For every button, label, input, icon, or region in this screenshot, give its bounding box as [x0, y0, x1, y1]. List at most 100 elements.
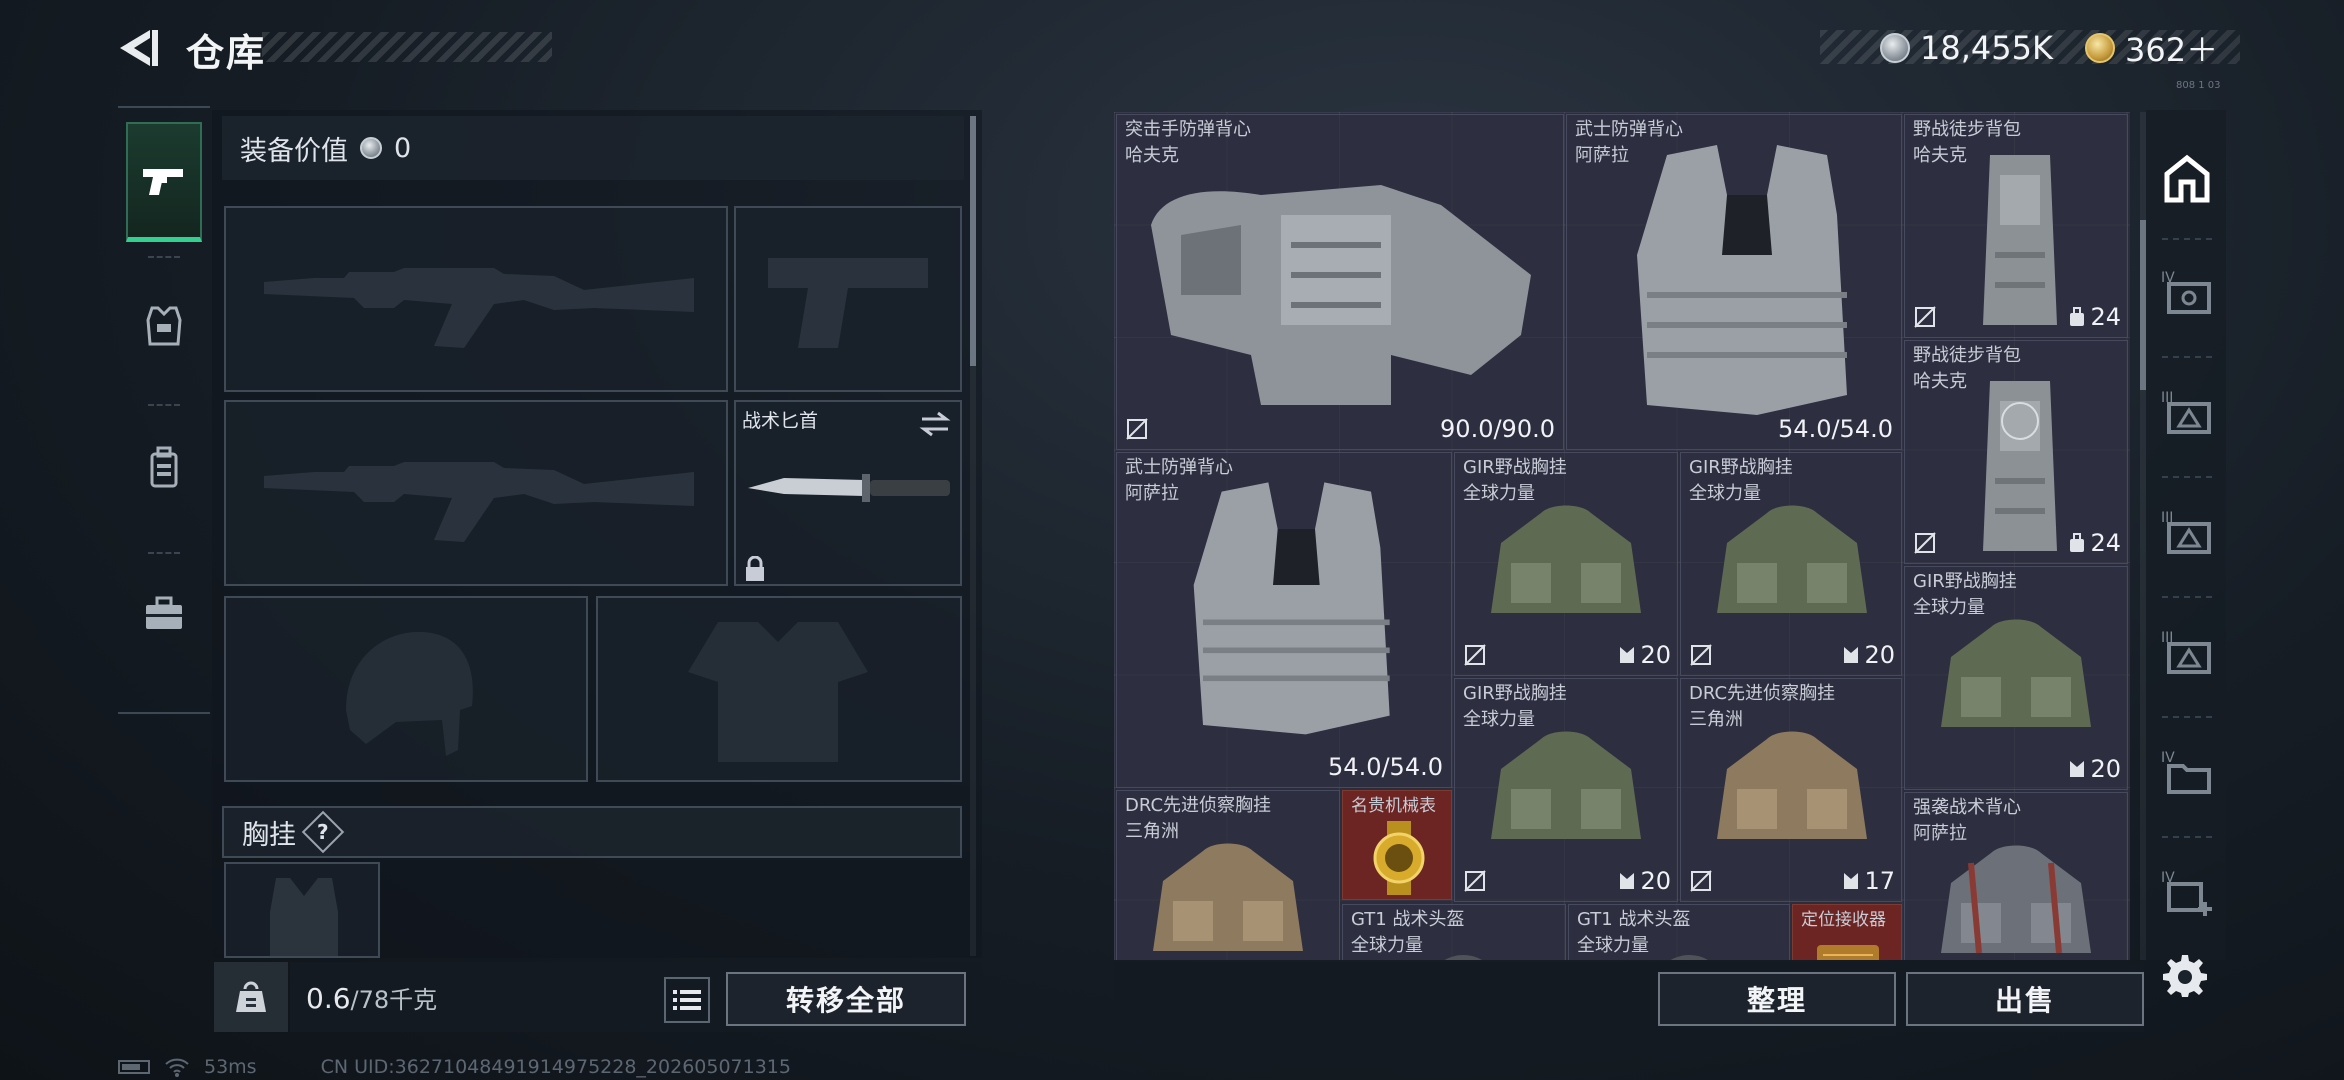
melee-slot-label: 战术匕首 — [742, 410, 819, 432]
chest-rig-icon — [1153, 843, 1303, 951]
loadout-category-tabs — [118, 106, 210, 714]
storage-item[interactable]: GT1 战术头盔 全球力量 — [1342, 904, 1566, 960]
rig-capacity-icon — [1844, 873, 1859, 889]
pistol-slot[interactable] — [734, 206, 962, 392]
swap-icon[interactable] — [918, 410, 952, 438]
tab-tools[interactable] — [126, 554, 202, 674]
insurance-off-icon — [1690, 870, 1712, 892]
tab-storage-add[interactable]: IV — [2152, 852, 2222, 932]
status-bar: 53ms CN UID:3627104849191497522​8_202605… — [118, 1056, 791, 1078]
storage-item[interactable]: DRC先进侦察胸挂 三角洲 — [1116, 790, 1340, 960]
backpack-icon — [150, 446, 178, 488]
storage-item[interactable]: 野战徒步背包 哈夫克 24 — [1904, 114, 2128, 338]
tab-storage-main[interactable] — [2152, 138, 2222, 218]
title-decoration — [262, 32, 552, 62]
armor-vest-icon — [1193, 482, 1390, 735]
tab-storage-4[interactable]: III — [2152, 492, 2222, 572]
insurance-off-icon — [1464, 644, 1486, 666]
chest-rig-label: 胸挂 — [242, 819, 296, 851]
list-view-button[interactable] — [664, 977, 710, 1023]
tab-storage-3[interactable]: III — [2152, 372, 2222, 452]
chest-rig-icon — [1491, 731, 1641, 839]
currency-gold[interactable]: 362＋ — [2085, 28, 2218, 69]
chest-rig-header: 胸挂 ? — [222, 806, 962, 858]
home-storage-icon — [2164, 154, 2210, 203]
insurance-off-icon — [1914, 532, 1936, 554]
chest-rig-icon — [270, 878, 338, 956]
weight-icon-box — [214, 962, 288, 1032]
corner-code: 808 1 03 — [2176, 80, 2221, 91]
equipment-value-bar: 装备价值 0 — [222, 116, 964, 180]
storage-item[interactable]: 武士防弹背心 阿萨拉 54.0/54.0 — [1566, 114, 1902, 450]
equip-value-label: 装备价值 — [240, 135, 348, 167]
storage-item[interactable]: DRC先进侦察胸挂 三角洲 17 — [1680, 678, 1902, 902]
insurance-off-icon — [1914, 306, 1936, 328]
storage-item[interactable]: GIR野战胸挂 全球力量 20 — [1904, 566, 2128, 790]
watch-icon — [1373, 821, 1425, 895]
chest-rig-slot[interactable] — [224, 862, 380, 958]
primary-weapon-slot-1[interactable] — [224, 206, 728, 392]
currency-silver[interactable]: 18,455K — [1880, 28, 2053, 68]
rig-capacity-icon — [1620, 873, 1635, 889]
assault-rifle-icon — [264, 462, 694, 542]
tab-armor[interactable] — [126, 266, 202, 386]
silver-coin-icon — [1880, 33, 1910, 63]
backpack-icon — [1983, 381, 2057, 551]
receiver-icon — [1817, 945, 1879, 960]
insurance-off-icon — [1126, 418, 1148, 440]
uid-text: CN UID:3627104849191497522​8_20260507131… — [320, 1056, 791, 1078]
storage-item[interactable]: GIR野战胸挂 全球力量 20 — [1454, 452, 1678, 676]
sort-button[interactable]: 整理 — [1658, 972, 1896, 1026]
settings-button[interactable] — [2160, 950, 2210, 1000]
storage-tier-4-folder-icon: IV — [2161, 750, 2211, 794]
storage-item[interactable]: GIR野战胸挂 全球力量 20 — [1454, 678, 1678, 902]
insurance-off-icon — [1464, 870, 1486, 892]
svg-text:IV: IV — [2161, 750, 2175, 766]
storage-item[interactable]: 武士防弹背心 阿萨拉 54.0/54.0 — [1116, 452, 1452, 788]
weight-readout: 0.6/78千克 — [306, 980, 437, 1015]
weight-current: 0.6 — [306, 982, 351, 1015]
tab-storage-5[interactable]: III — [2152, 612, 2222, 692]
backpack-icon — [1983, 155, 2057, 325]
storage-item[interactable]: 突击手防弹背心 哈夫克 90.0/90.0 — [1116, 114, 1564, 450]
helmet-slot[interactable] — [224, 596, 588, 782]
loadout-scrollbar-thumb[interactable] — [970, 116, 976, 366]
storage-tier-4-icon: IV — [2161, 270, 2211, 314]
storage-item[interactable]: 名贵机械表 — [1342, 790, 1452, 900]
sell-button[interactable]: 出售 — [1906, 972, 2144, 1026]
armor-vest-icon — [1637, 145, 1847, 415]
help-icon[interactable]: ? — [301, 810, 345, 854]
assault-rifle-icon — [264, 268, 694, 348]
rig-capacity-icon — [1844, 647, 1859, 663]
list-icon — [673, 990, 701, 1010]
page-title: 仓库 — [186, 31, 267, 75]
back-button[interactable] — [112, 20, 168, 76]
storage-item[interactable]: 强袭战术背心 阿萨拉 — [1904, 792, 2128, 960]
tab-storage-2[interactable]: IV — [2152, 252, 2222, 332]
storage-item[interactable]: GIR野战胸挂 全球力量 20 — [1680, 452, 1902, 676]
storage-tier-3a-icon: III — [2161, 390, 2211, 434]
helmet-icon — [1444, 955, 1482, 960]
gear-icon — [2163, 955, 2207, 997]
rig-capacity-icon — [1620, 647, 1635, 663]
chest-rig-icon — [1941, 845, 2091, 954]
storage-item[interactable]: GT1 战术头盔 全球力量 — [1568, 904, 1790, 960]
pistol-icon — [143, 168, 183, 195]
melee-slot[interactable]: 战术匕首 — [734, 400, 962, 586]
ping-value: 53ms — [204, 1056, 257, 1078]
primary-weapon-slot-2[interactable] — [224, 400, 728, 586]
chest-rig-icon — [1717, 731, 1867, 839]
storage-item[interactable]: 野战徒步背包 哈夫克 24 — [1904, 340, 2128, 564]
battery-icon — [118, 1060, 150, 1074]
tab-backpack[interactable] — [126, 408, 202, 528]
tab-storage-6[interactable]: IV — [2152, 732, 2222, 812]
transfer-all-button[interactable]: 转移全部 — [726, 972, 966, 1026]
tab-weapons[interactable] — [126, 122, 202, 242]
toolbox-icon — [146, 596, 182, 629]
weight-max: /78千克 — [350, 986, 438, 1014]
storage-item[interactable]: 定位接收器 — [1792, 904, 1902, 960]
armor-slot[interactable] — [596, 596, 962, 782]
chest-rig-icon — [1491, 505, 1641, 613]
armor-vest-icon — [146, 306, 182, 346]
storage-tier-4-add-icon: IV — [2161, 870, 2212, 916]
